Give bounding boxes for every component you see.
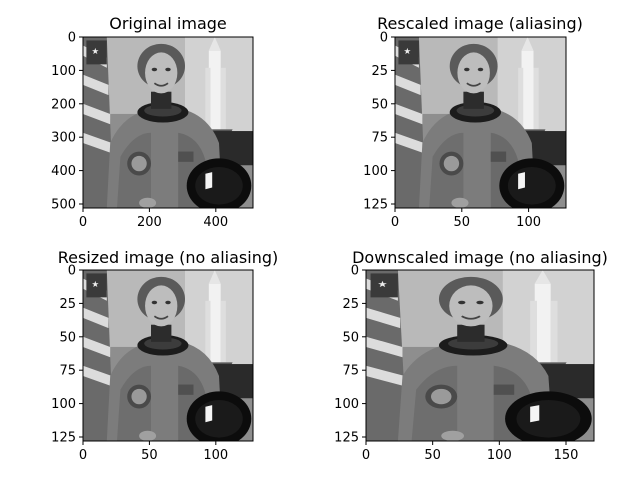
y-tick-label: 500 xyxy=(51,197,76,212)
y-tick-label: 100 xyxy=(51,397,76,412)
y-tick-label: 200 xyxy=(51,97,76,112)
chart-title: Rescaled image (aliasing) xyxy=(377,14,583,33)
y-tick-label: 100 xyxy=(51,64,76,79)
figure: ★ xyxy=(51,14,608,463)
x-tick-label: 100 xyxy=(203,448,228,463)
y-tick-label: 0 xyxy=(351,264,359,279)
x-tick-label: 0 xyxy=(362,448,370,463)
x-tick-label: 50 xyxy=(141,448,158,463)
chart-title: Resized image (no aliasing) xyxy=(58,248,279,267)
x-tick-label: 0 xyxy=(79,448,87,463)
y-tick-label: 25 xyxy=(59,297,76,312)
x-tick-label: 200 xyxy=(137,215,162,230)
y-tick-label: 100 xyxy=(363,164,388,179)
y-tick-label: 25 xyxy=(371,64,388,79)
y-tick-label: 125 xyxy=(51,430,76,445)
y-tick-label: 0 xyxy=(68,31,76,46)
y-tick-label: 50 xyxy=(59,330,76,345)
y-tick-label: 50 xyxy=(342,330,359,345)
y-tick-label: 125 xyxy=(334,430,359,445)
y-tick-label: 75 xyxy=(371,131,388,146)
x-tick-label: 400 xyxy=(203,215,228,230)
y-tick-label: 75 xyxy=(342,364,359,379)
x-tick-label: 50 xyxy=(454,215,471,230)
y-tick-label: 75 xyxy=(59,364,76,379)
y-tick-label: 25 xyxy=(342,297,359,312)
x-tick-label: 100 xyxy=(487,448,512,463)
astronaut-image xyxy=(366,270,594,441)
axes-resized: Resized image (no aliasing) 0 50 100 0 25 50 7… xyxy=(51,248,278,463)
chart-title: Downscaled image (no aliasing) xyxy=(352,248,608,267)
y-tick-label: 300 xyxy=(51,131,76,146)
y-tick-label: 125 xyxy=(363,197,388,212)
y-tick-label: 100 xyxy=(334,397,359,412)
x-tick-label: 150 xyxy=(554,448,579,463)
y-tick-label: 50 xyxy=(371,97,388,112)
x-tick-label: 50 xyxy=(424,448,441,463)
astronaut-image xyxy=(395,37,566,208)
axes-original: Original image 0 200 400 0 100 200 300 400 500 xyxy=(51,14,254,230)
y-tick-label: 400 xyxy=(51,164,76,179)
axes-downscaled: Downscaled image (no aliasing) 0 50 100 150… xyxy=(334,248,608,463)
astronaut-image xyxy=(83,37,253,208)
y-tick-label: 0 xyxy=(380,31,388,46)
x-tick-label: 0 xyxy=(79,215,87,230)
axes-rescaled: Rescaled image (aliasing) 0 50 100 0 25 50 75 1… xyxy=(363,14,583,230)
chart-title: Original image xyxy=(109,14,227,33)
x-tick-label: 100 xyxy=(516,215,541,230)
astronaut-image xyxy=(83,270,253,441)
x-tick-label: 0 xyxy=(391,215,399,230)
y-tick-label: 0 xyxy=(68,264,76,279)
